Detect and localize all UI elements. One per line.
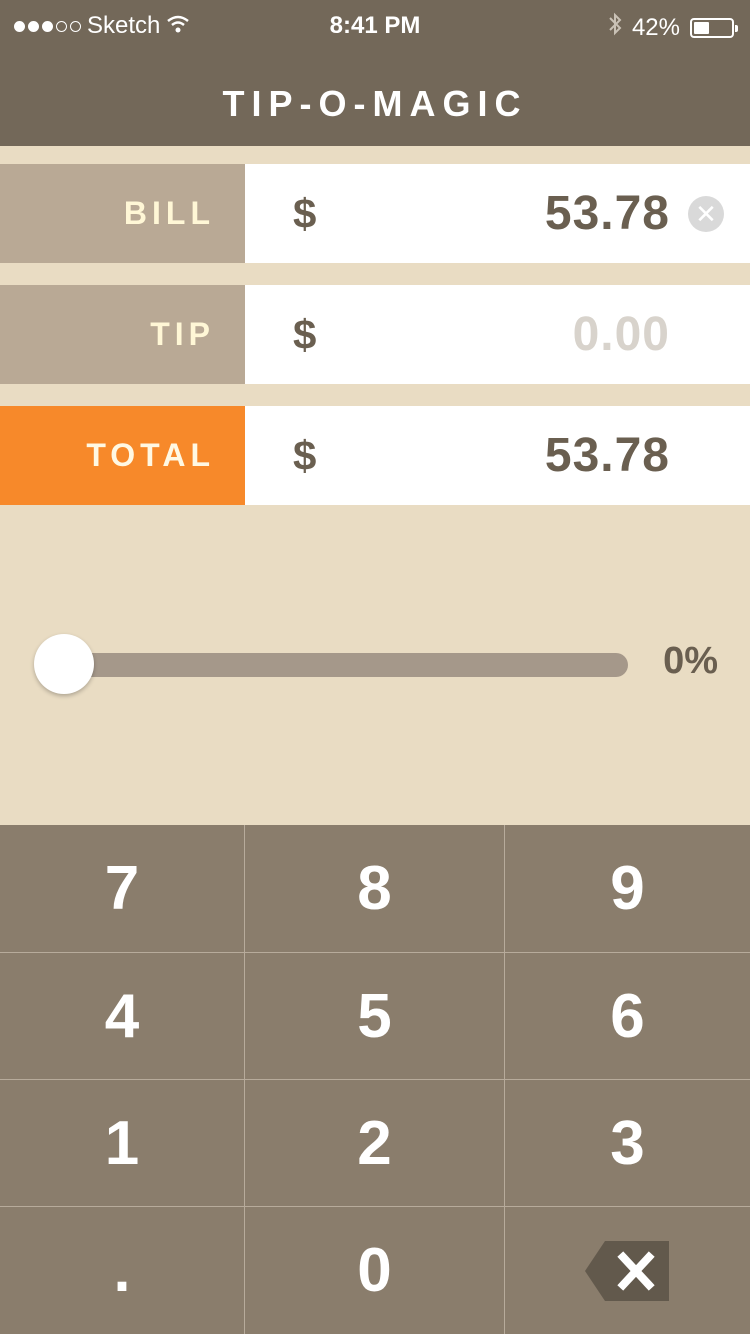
status-bar: Sketch 8:41 PM 42% bbox=[0, 0, 750, 52]
total-amount: 53.78 bbox=[544, 429, 670, 482]
tip-placeholder: 0.00 bbox=[572, 308, 670, 361]
bill-input[interactable]: $ 53.78 ✕ bbox=[245, 164, 750, 263]
bill-label: BILL bbox=[0, 164, 245, 263]
total-label: TOTAL bbox=[0, 406, 245, 505]
key-8[interactable]: 8 bbox=[245, 825, 504, 952]
clear-icon[interactable]: ✕ bbox=[688, 196, 724, 232]
slider-value: 0% bbox=[663, 640, 718, 682]
tip-label: TIP bbox=[0, 285, 245, 384]
battery-fill bbox=[694, 21, 709, 34]
backspace-icon bbox=[584, 1240, 671, 1301]
slider-thumb[interactable] bbox=[34, 634, 94, 694]
battery-percent: 42% bbox=[631, 13, 680, 41]
key-decimal[interactable]: . bbox=[0, 1207, 244, 1334]
tip-input[interactable]: $ 0.00 bbox=[245, 285, 750, 384]
total-currency: $ bbox=[293, 432, 317, 479]
bill-amount: 53.78 bbox=[544, 187, 670, 240]
status-right: 42% bbox=[608, 12, 738, 43]
bill-row: BILL $ 53.78 ✕ bbox=[0, 164, 750, 263]
key-1[interactable]: 1 bbox=[0, 1080, 244, 1206]
key-6[interactable]: 6 bbox=[505, 953, 750, 1079]
bluetooth-icon bbox=[608, 12, 622, 43]
app-title: TIP-O-MAGIC bbox=[0, 52, 750, 146]
tip-currency: $ bbox=[293, 311, 317, 358]
keypad: 7 8 9 4 5 6 1 2 3 . 0 bbox=[0, 825, 750, 1334]
total-row: TOTAL $ 53.78 bbox=[0, 406, 750, 505]
key-4[interactable]: 4 bbox=[0, 953, 244, 1079]
total-field: $ 53.78 bbox=[245, 406, 750, 505]
battery-icon bbox=[690, 17, 738, 38]
key-3[interactable]: 3 bbox=[505, 1080, 750, 1206]
backspace-button[interactable] bbox=[505, 1207, 750, 1334]
bill-currency: $ bbox=[293, 190, 317, 237]
key-0[interactable]: 0 bbox=[245, 1207, 504, 1334]
tip-percent-slider[interactable] bbox=[56, 653, 628, 677]
tip-row: TIP $ 0.00 bbox=[0, 285, 750, 384]
key-2[interactable]: 2 bbox=[245, 1080, 504, 1206]
key-5[interactable]: 5 bbox=[245, 953, 504, 1079]
key-9[interactable]: 9 bbox=[505, 825, 750, 952]
key-7[interactable]: 7 bbox=[0, 825, 244, 952]
